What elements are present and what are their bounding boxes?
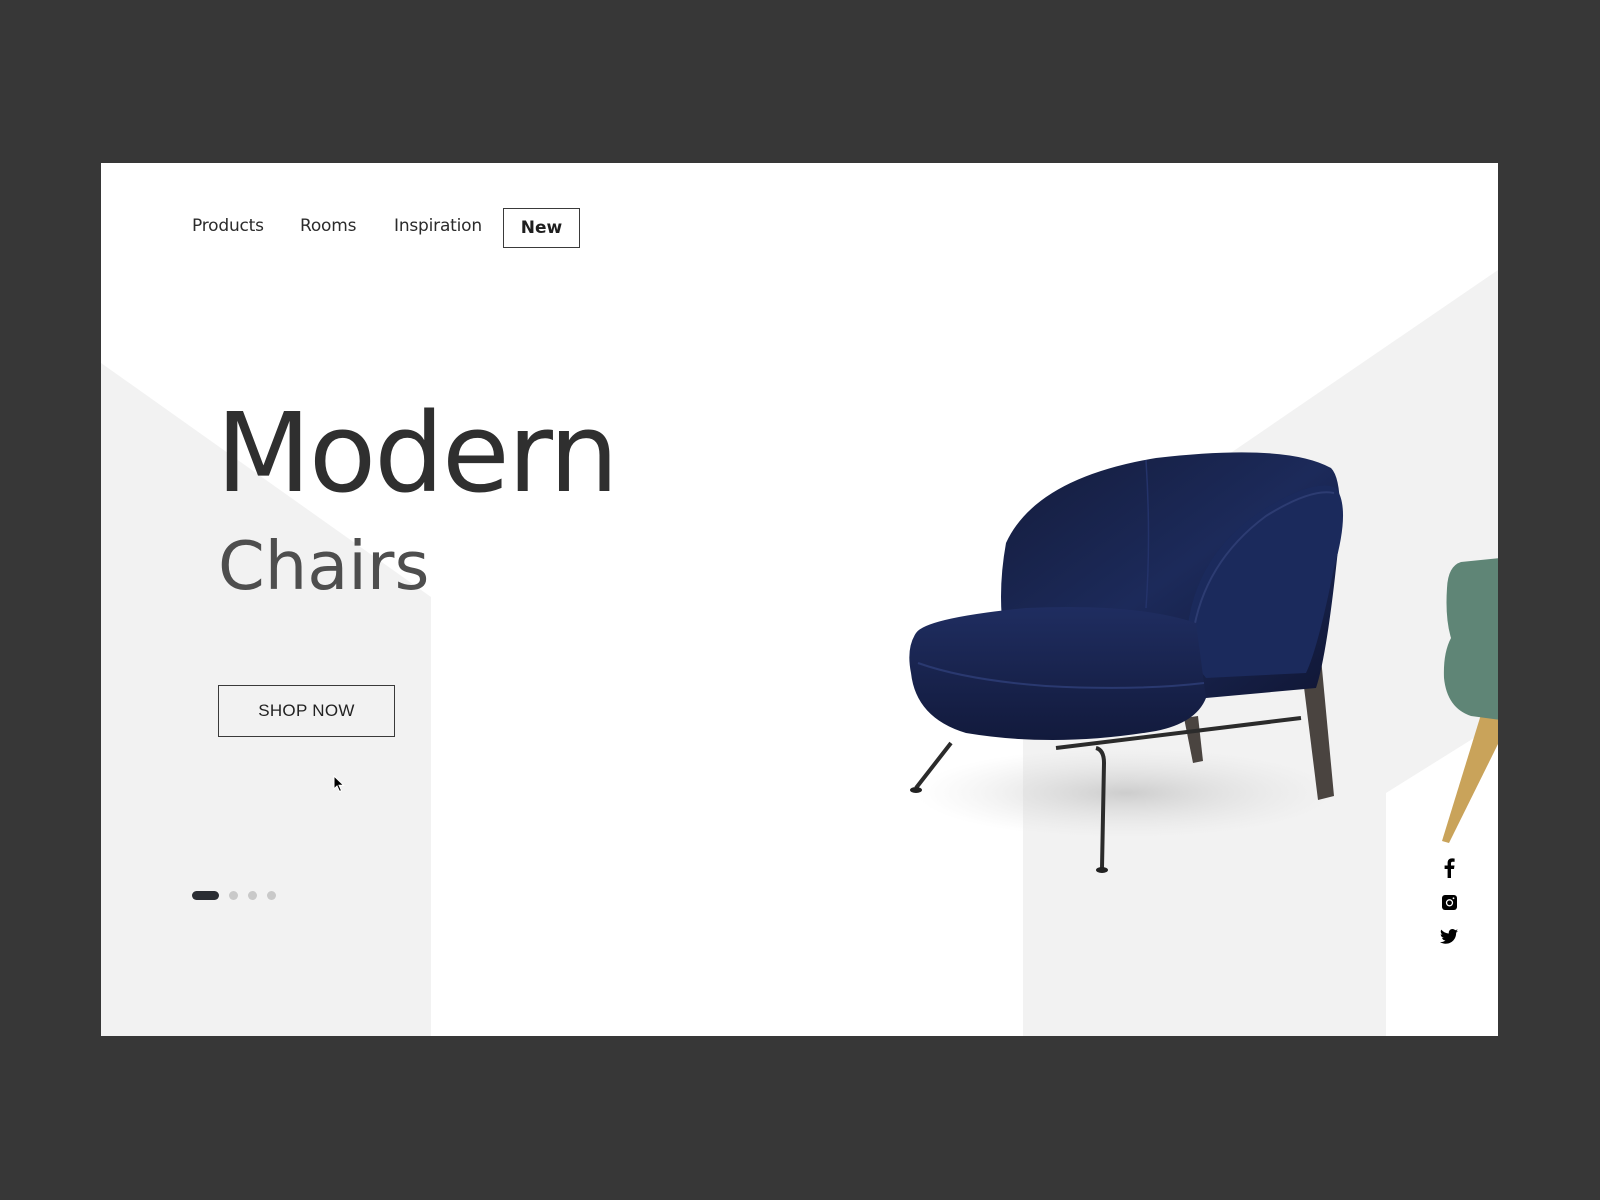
nav-rooms[interactable]: Rooms (300, 216, 356, 236)
nav-inspiration[interactable]: Inspiration (394, 216, 482, 236)
carousel-dot-1[interactable] (192, 891, 219, 900)
nav-products[interactable]: Products (192, 216, 264, 236)
twitter-icon[interactable] (1439, 926, 1459, 946)
chair-shadow (916, 748, 1336, 838)
mouse-cursor-icon (333, 775, 345, 793)
green-chair-leg (1442, 708, 1498, 843)
hero-subtitle: Chairs (218, 527, 430, 605)
shop-now-button[interactable]: SHOP NOW (218, 685, 395, 737)
hero-card: Products Rooms Inspiration New Modern Ch… (101, 163, 1498, 1036)
chair-foot-left (910, 787, 922, 793)
facebook-icon[interactable] (1439, 858, 1459, 878)
nav-new-button[interactable]: New (503, 208, 580, 248)
hero-title: Modern (216, 389, 619, 517)
instagram-icon[interactable] (1439, 892, 1459, 912)
green-chair-body (1443, 558, 1498, 720)
carousel-dot-3[interactable] (248, 891, 257, 900)
carousel-dot-2[interactable] (229, 891, 238, 900)
navy-armchair-image (909, 452, 1344, 873)
social-links (1437, 858, 1461, 946)
green-chair-preview-image[interactable] (1441, 558, 1498, 848)
carousel-dot-4[interactable] (267, 891, 276, 900)
carousel-indicators (192, 891, 276, 900)
chair-foot-front (1096, 867, 1108, 873)
